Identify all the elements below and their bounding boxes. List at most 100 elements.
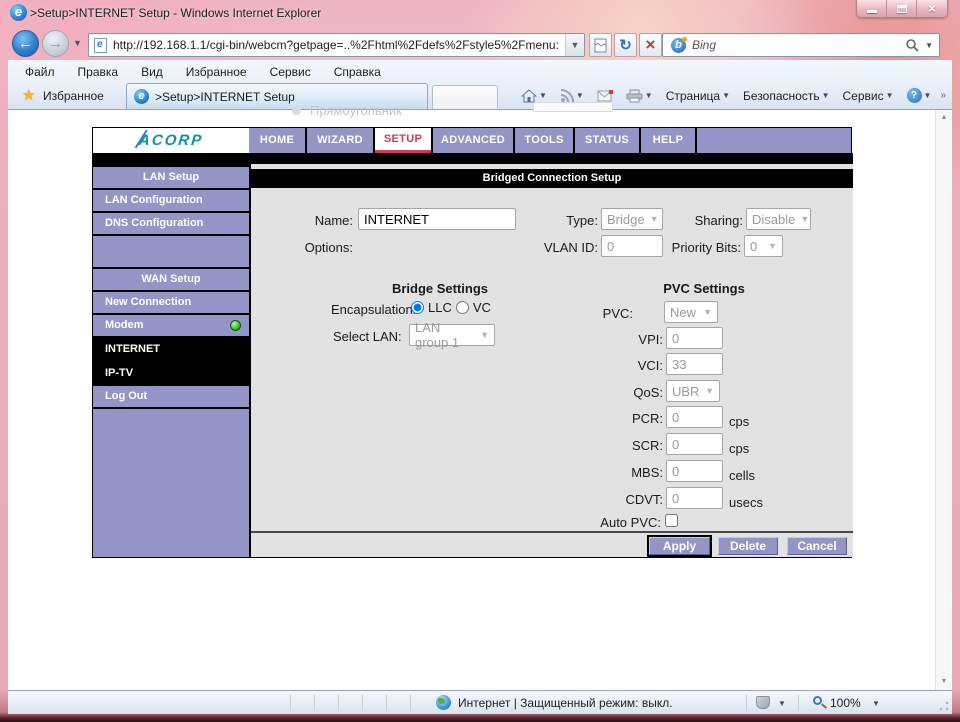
zoom-dropdown-icon[interactable]: ▼ (872, 699, 880, 708)
menu-view[interactable]: Вид (134, 63, 170, 81)
favorites-star-icon[interactable]: ★ (22, 86, 35, 104)
select-lan-select: LAN group 1▼ (409, 324, 495, 346)
name-input[interactable] (358, 208, 516, 230)
tools-dropdown-icon: ▼ (886, 91, 894, 100)
help-button[interactable]: ? ▼ (903, 87, 936, 104)
search-icon[interactable] (905, 38, 919, 52)
tab-wizard[interactable]: WIZARD (307, 128, 373, 153)
protected-mode-dropdown-icon[interactable]: ▼ (778, 699, 786, 708)
vpi-label: VPI: (593, 332, 663, 347)
search-box[interactable]: b Bing ▼ (662, 33, 940, 57)
menu-file[interactable]: Файл (18, 63, 62, 81)
close-icon: × (928, 1, 936, 16)
type-label: Type: (548, 213, 598, 228)
pcr-input (666, 406, 723, 428)
print-button[interactable]: ▼ (622, 88, 657, 104)
vci-input (666, 353, 723, 375)
form-divider (251, 531, 853, 533)
sidebar-filler (93, 409, 249, 557)
history-dropdown-icon[interactable]: ▼ (73, 38, 82, 48)
priority-bits-select: 0▼ (744, 235, 783, 257)
back-button[interactable]: ← (12, 30, 39, 57)
search-input[interactable]: Bing (692, 38, 905, 52)
page-menu-button[interactable]: Страница▼ (662, 88, 734, 104)
tab-title: >Setup>INTERNET Setup (155, 90, 295, 104)
zoom-level[interactable]: 100% (830, 696, 861, 710)
security-dropdown-icon: ▼ (822, 91, 830, 100)
sidebar-item-lan-configuration[interactable]: LAN Configuration (93, 190, 249, 211)
priority-bits-label: Priority Bits: (656, 240, 741, 255)
protected-mode-icon[interactable] (756, 696, 770, 709)
tools-menu-button[interactable]: Сервис▼ (839, 88, 898, 104)
tab-setup[interactable]: SETUP (375, 128, 431, 153)
page-viewport: Прямоугольник ACORP HOME WIZARD SETUP AD… (8, 110, 952, 690)
sidebar-item-iptv[interactable]: IP-TV (93, 362, 249, 384)
auto-pvc-checkbox[interactable] (665, 514, 678, 527)
compatibility-view-button[interactable] (589, 33, 612, 57)
tab-help[interactable]: HELP (641, 128, 695, 153)
stop-button[interactable]: × (639, 33, 662, 57)
type-select: Bridge▼ (601, 208, 663, 230)
minimize-button[interactable] (857, 0, 887, 17)
print-dropdown-icon[interactable]: ▼ (645, 91, 653, 100)
vc-radio[interactable] (456, 301, 469, 314)
pcr-label: PCR: (593, 411, 663, 426)
mbs-input (666, 460, 723, 482)
tab-home[interactable]: HOME (249, 128, 305, 153)
maximize-button[interactable] (887, 0, 917, 17)
close-button[interactable]: × (917, 0, 947, 17)
browser-chrome: Файл Правка Вид Избранное Сервис Справка… (8, 60, 952, 110)
home-dropdown-icon[interactable]: ▼ (539, 91, 547, 100)
address-dropdown-icon[interactable]: ▼ (565, 34, 584, 56)
pvc-settings-heading: PVC Settings (663, 281, 745, 296)
sidebar-item-modem[interactable]: Modem (93, 315, 249, 336)
qos-label: QoS: (593, 385, 663, 400)
home-icon (521, 89, 537, 103)
scroll-down-icon[interactable]: ▼ (936, 674, 952, 690)
cdvt-input (666, 487, 723, 509)
tab-advanced[interactable]: ADVANCED (433, 128, 513, 153)
scr-label: SCR: (593, 438, 663, 453)
options-label: Options: (291, 240, 353, 255)
sidebar-item-log-out[interactable]: Log Out (93, 386, 249, 407)
feeds-dropdown-icon[interactable]: ▼ (576, 91, 584, 100)
refresh-button[interactable]: ↻ (614, 33, 637, 57)
tab-status[interactable]: STATUS (575, 128, 639, 153)
stop-icon: × (646, 35, 656, 55)
menu-edit[interactable]: Правка (71, 63, 126, 81)
menu-tools[interactable]: Сервис (263, 63, 318, 81)
vlan-id-label: VLAN ID: (528, 240, 598, 255)
search-dropdown-icon[interactable]: ▼ (925, 41, 933, 50)
security-menu-button[interactable]: Безопасность▼ (739, 88, 833, 104)
printer-icon (626, 89, 643, 103)
zoom-icon[interactable] (813, 696, 822, 705)
favorites-button[interactable]: Избранное (43, 89, 104, 103)
sidebar-item-new-connection[interactable]: New Connection (93, 292, 249, 313)
page-scrollbar[interactable]: ▲ ▼ (935, 110, 951, 690)
llc-label: LLC (428, 300, 452, 315)
resize-grip[interactable] (939, 701, 949, 711)
delete-button[interactable]: Delete (718, 537, 778, 555)
menu-help[interactable]: Справка (327, 63, 388, 81)
toolbar-overflow-icon[interactable]: » (940, 90, 946, 101)
help-dropdown-icon[interactable]: ▼ (924, 91, 932, 100)
maximize-icon (897, 5, 907, 13)
tab-tools[interactable]: TOOLS (515, 128, 573, 153)
sidebar-spacer (93, 236, 249, 267)
qos-select: UBR▼ (666, 380, 720, 402)
refresh-icon: ↻ (619, 36, 632, 54)
scroll-up-icon[interactable]: ▲ (936, 110, 952, 126)
sidebar-item-dns-configuration[interactable]: DNS Configuration (93, 213, 249, 234)
address-bar[interactable]: http://192.168.1.1/cgi-bin/webcm?getpage… (88, 33, 585, 57)
read-mail-button[interactable] (593, 89, 617, 103)
llc-radio[interactable] (411, 301, 424, 314)
sidebar-item-internet[interactable]: INTERNET (93, 338, 249, 360)
cancel-button[interactable]: Cancel (787, 537, 847, 555)
new-tab-button[interactable] (432, 85, 498, 109)
cdvt-label: CDVT: (593, 492, 663, 507)
scr-input (666, 433, 723, 455)
address-url[interactable]: http://192.168.1.1/cgi-bin/webcm?getpage… (113, 38, 565, 52)
forward-button[interactable]: → (42, 30, 69, 57)
menu-favorites[interactable]: Избранное (179, 63, 254, 81)
apply-button[interactable]: Apply (649, 537, 710, 555)
